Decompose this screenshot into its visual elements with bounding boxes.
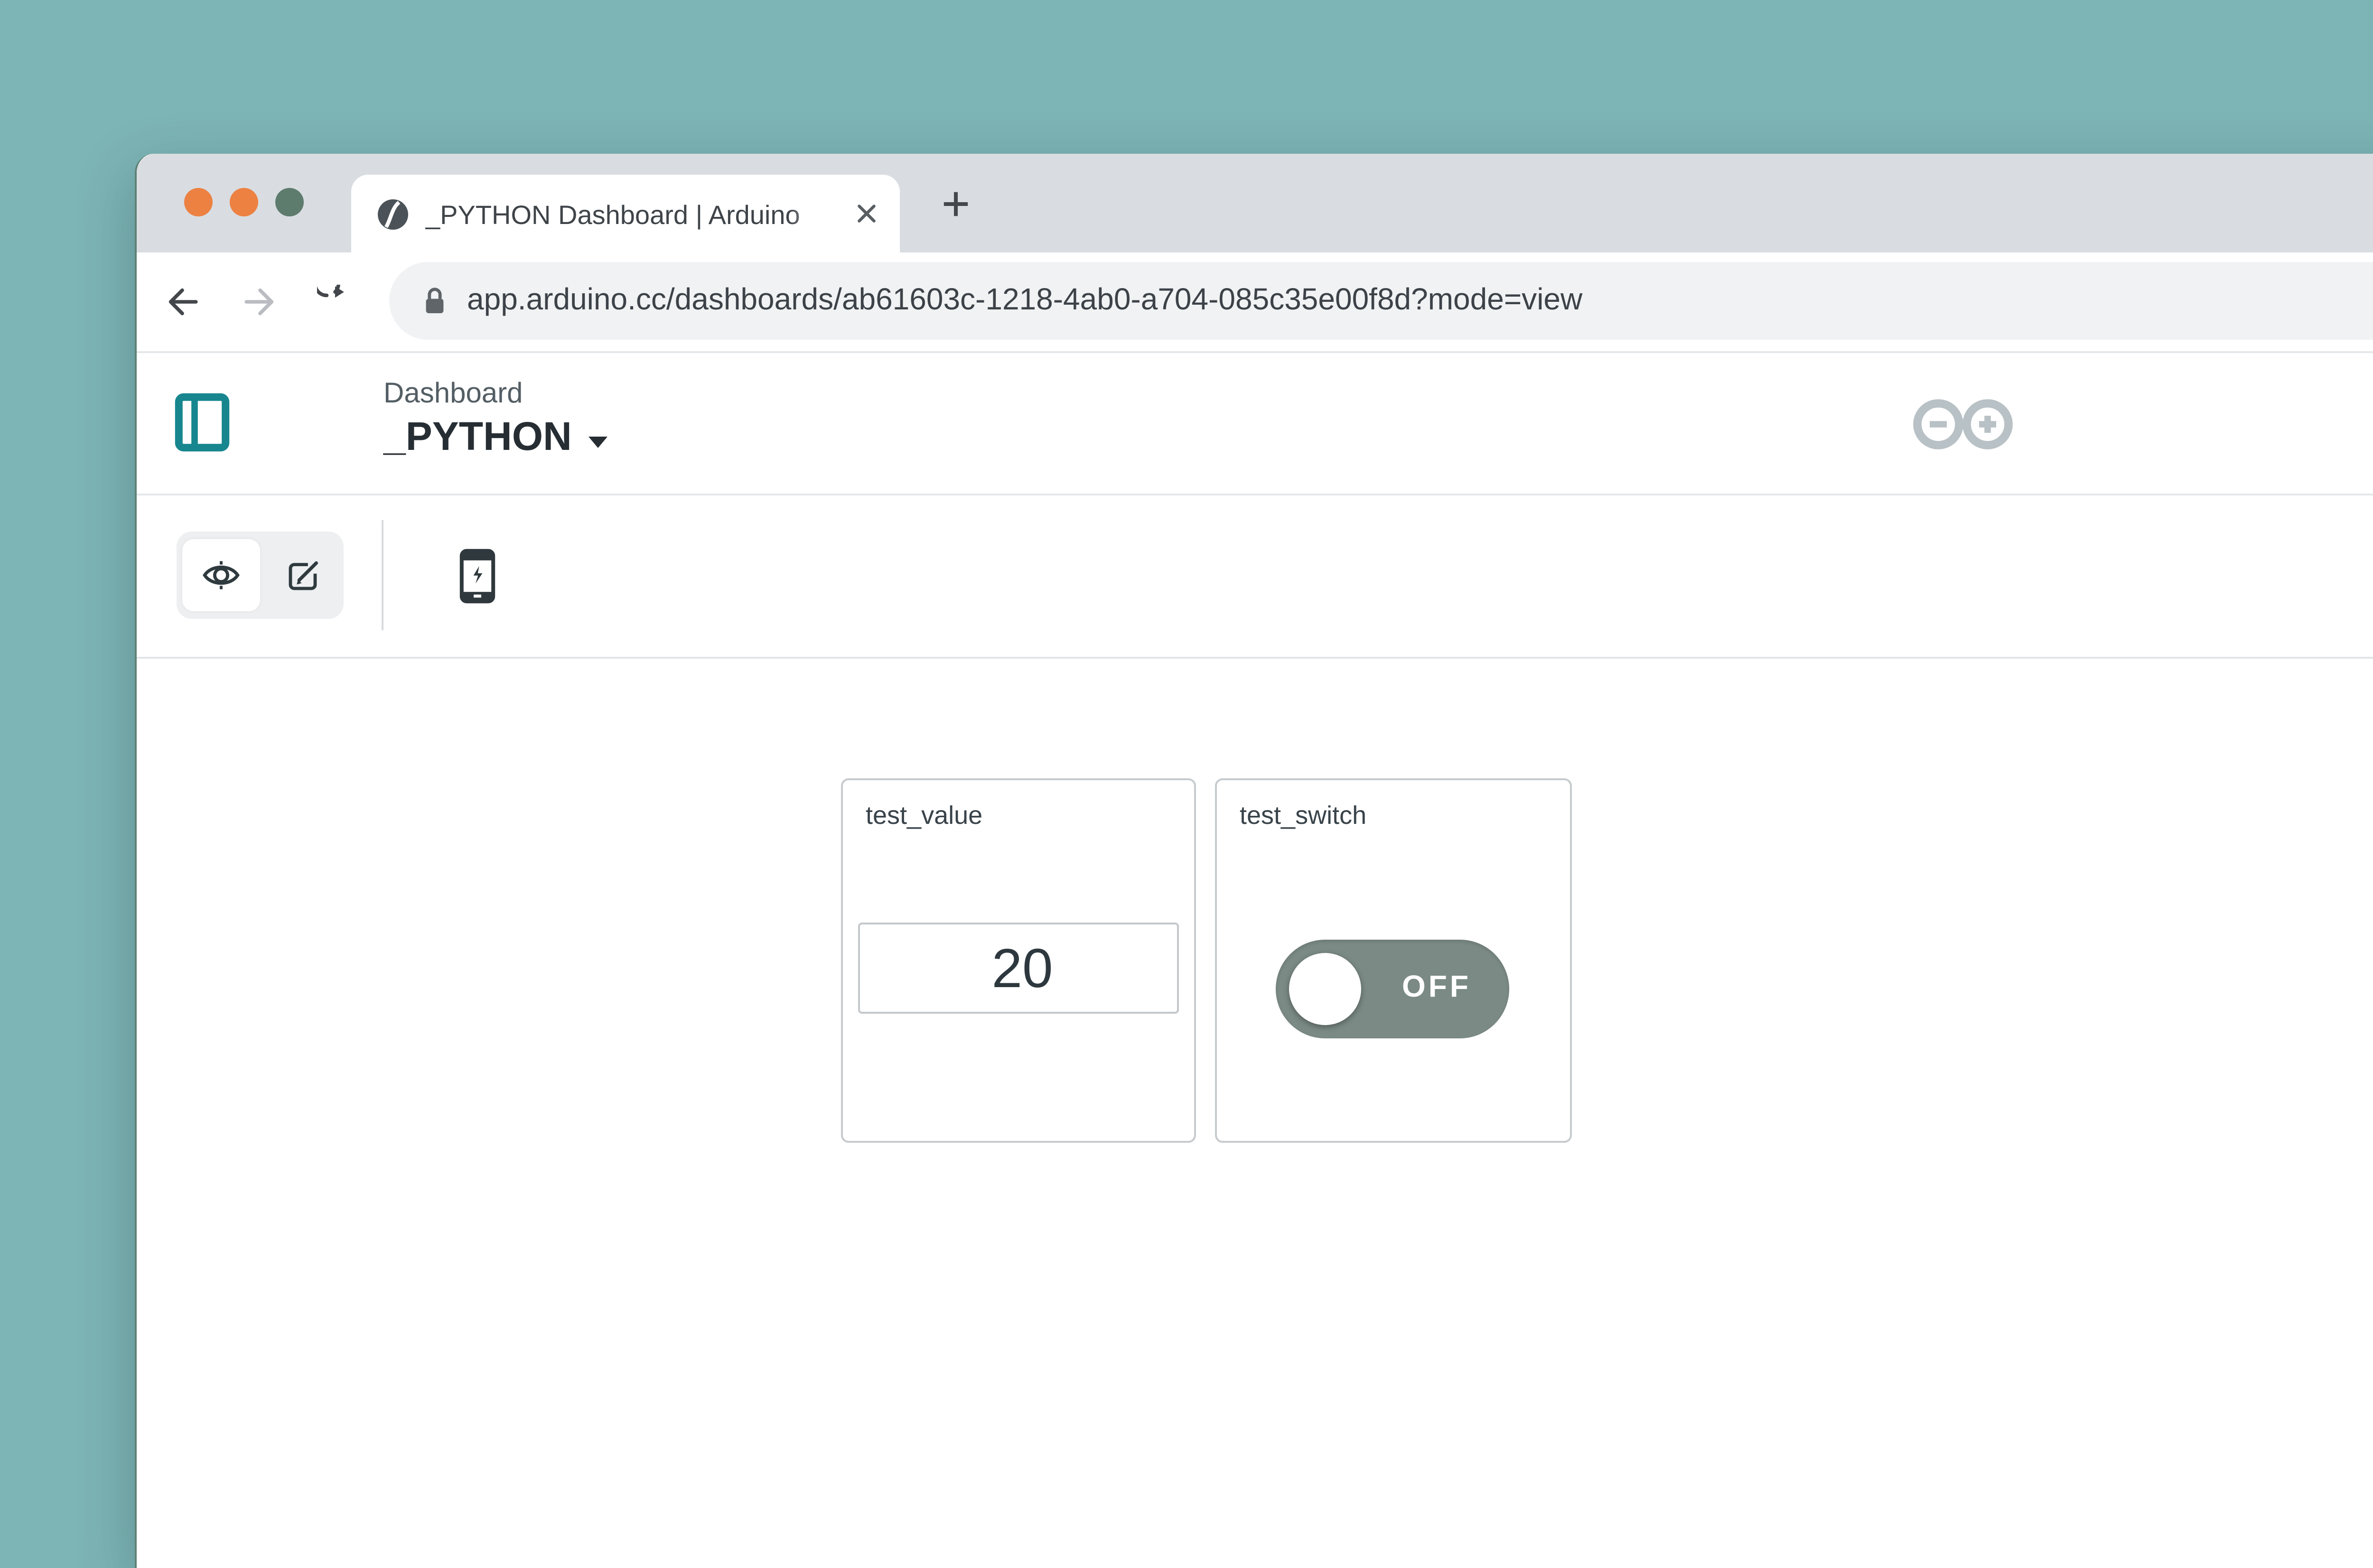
value-input-box [858, 923, 1179, 1014]
back-arrow-icon [165, 285, 199, 319]
widget-card-test-value: test_value [841, 778, 1196, 1143]
dashboard-canvas: test_value test_switch OFF [137, 659, 2373, 1568]
browser-tab[interactable]: _PYTHON Dashboard | Arduino [351, 175, 900, 252]
url-text[interactable]: app.arduino.cc/dashboards/ab61603c-1218-… [467, 284, 1582, 318]
dashboard-header: Dashboard _PYTHON [137, 353, 2373, 495]
browser-toolbar: app.arduino.cc/dashboards/ab61603c-1218-… [137, 252, 2373, 353]
view-edit-segmented-control [177, 532, 344, 619]
window-minimize-button[interactable] [230, 188, 258, 216]
browser-tab-strip: _PYTHON Dashboard | Arduino [137, 154, 2373, 252]
reload-icon [317, 285, 353, 321]
value-input[interactable] [860, 924, 1185, 1016]
chevron-down-icon [589, 436, 608, 447]
eye-icon [201, 560, 241, 590]
arduino-infinity-logo [1910, 399, 2016, 459]
mobile-preview-button[interactable] [459, 549, 495, 604]
reload-button[interactable] [317, 285, 353, 321]
new-tab-button[interactable] [930, 178, 981, 230]
edit-mode-button[interactable] [260, 532, 344, 619]
dashboard-eyebrow: Dashboard [383, 378, 608, 410]
tab-close-button[interactable] [852, 199, 881, 228]
widget-label: test_value [843, 780, 1194, 830]
window-controls [184, 188, 304, 216]
sidebar-toggle-button[interactable] [175, 393, 230, 452]
view-mode-button[interactable] [182, 539, 260, 611]
plus-icon [942, 190, 970, 218]
back-button[interactable] [165, 285, 199, 319]
mode-toolbar [137, 495, 2373, 659]
forward-arrow-icon [243, 285, 277, 319]
toggle-switch[interactable]: OFF [1276, 940, 1509, 1038]
forward-button[interactable] [243, 285, 277, 319]
lock-icon[interactable] [421, 285, 448, 317]
globe-favicon-icon [378, 198, 408, 229]
window-close-button[interactable] [184, 188, 213, 216]
browser-window: _PYTHON Dashboard | Arduino [135, 154, 2373, 1568]
dashboard-name-dropdown[interactable]: _PYTHON [383, 416, 608, 461]
switch-state-label: OFF [1402, 940, 1471, 1038]
desktop-background: _PYTHON Dashboard | Arduino [0, 0, 2373, 1538]
widget-label: test_switch [1217, 780, 1570, 830]
tab-title: _PYTHON Dashboard | Arduino [425, 198, 852, 229]
sidebar-layout-icon [175, 393, 230, 452]
widget-card-test-switch: test_switch OFF [1215, 778, 1572, 1143]
mobile-phone-icon [459, 549, 495, 604]
close-icon [856, 203, 877, 224]
dashboard-titles: Dashboard _PYTHON [383, 378, 608, 461]
dashboard-name: _PYTHON [383, 416, 572, 461]
address-bar[interactable]: app.arduino.cc/dashboards/ab61603c-1218-… [389, 262, 2373, 340]
window-zoom-button[interactable] [275, 188, 304, 216]
edit-icon [284, 557, 320, 593]
switch-knob [1289, 953, 1361, 1025]
toolbar-divider [382, 520, 383, 630]
